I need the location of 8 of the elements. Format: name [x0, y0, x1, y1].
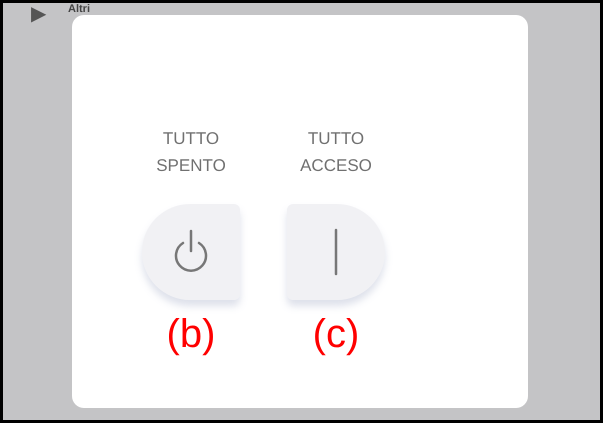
annotation-label: (c)	[312, 311, 360, 358]
annotation-label: (b)	[166, 311, 216, 358]
option-label: TUTTO SPENTO	[155, 128, 227, 177]
list-item-label[interactable]: Altri	[68, 3, 90, 15]
expand-arrow-icon[interactable]: ▶	[31, 3, 46, 26]
option-label: TUTTO ACCESO	[299, 128, 373, 177]
on-bar-icon	[333, 228, 339, 276]
all-off-button[interactable]	[142, 204, 240, 300]
